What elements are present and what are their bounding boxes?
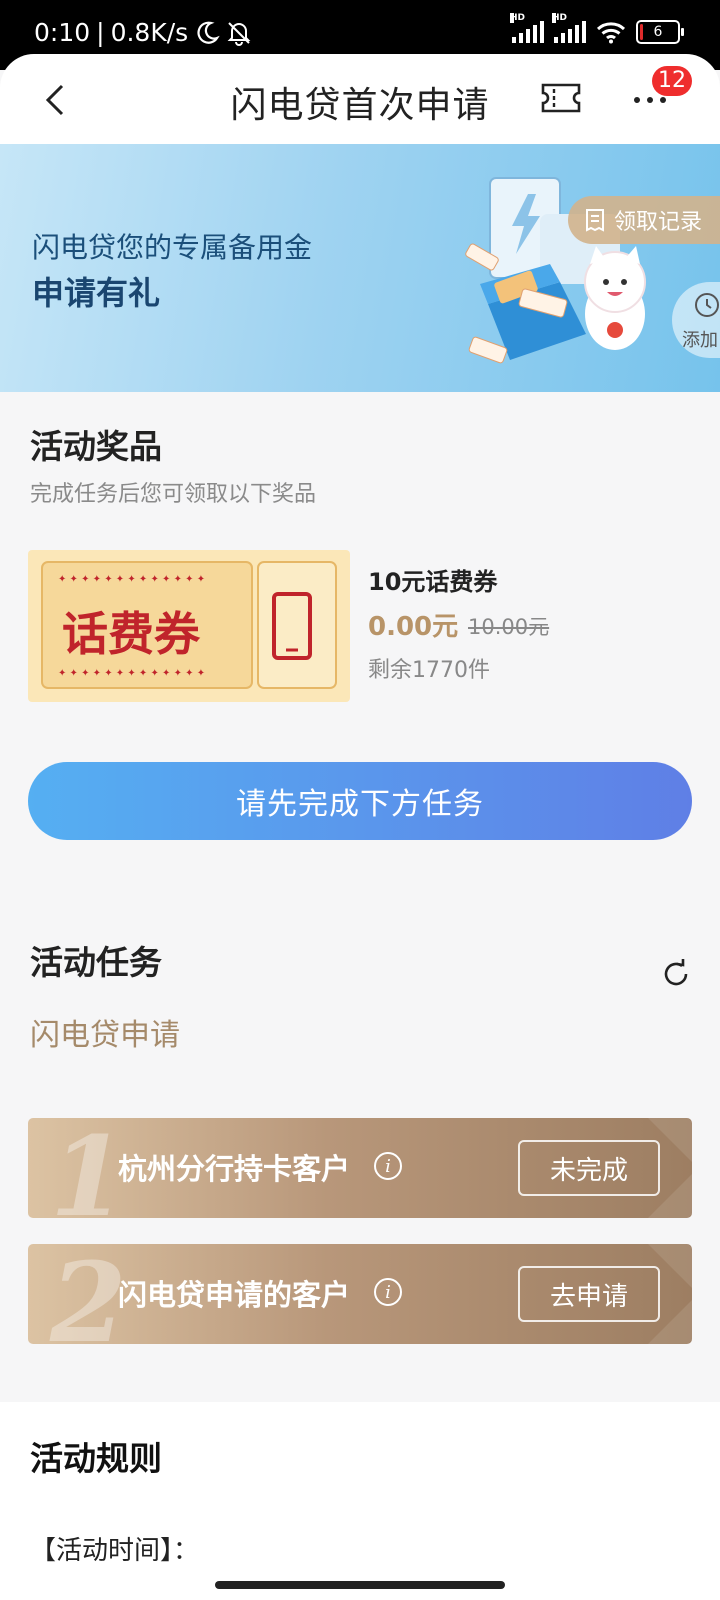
records-label: 领取记录 — [614, 210, 703, 235]
complete-tasks-button[interactable]: 请先完成下方任务 — [28, 762, 692, 840]
rules-section: 活动规则 【活动时间】： — [0, 1402, 720, 1600]
battery-text: 6 — [653, 24, 663, 40]
status-time: 0:10 — [34, 18, 91, 47]
add-label: 添加 — [682, 330, 718, 351]
task-label: 杭州分行持卡客户 — [118, 1152, 351, 1186]
ticket-icon[interactable] — [540, 82, 582, 114]
prize-stock: 剩余1770件 — [368, 658, 490, 683]
info-icon[interactable]: i — [374, 1152, 402, 1180]
prize-original-price: 10.00元 — [468, 615, 550, 639]
task-item: 1 杭州分行持卡客户 i 未完成 — [28, 1118, 692, 1218]
network-type-1: HD — [510, 13, 526, 23]
status-separator: | — [96, 18, 105, 47]
battery-level — [640, 24, 643, 40]
task-item: 2 闪电贷申请的客户 i 去申请 — [28, 1244, 692, 1344]
page-title: 闪电贷首次申请 — [230, 85, 490, 126]
status-left: 0:10 | 0.8K/s — [34, 18, 252, 47]
wifi-icon — [596, 22, 626, 44]
signal-2-icon: HD — [552, 13, 586, 43]
rules-title: 活动规则 — [30, 1439, 162, 1478]
prize-price: 0.00元 — [368, 612, 459, 642]
status-speed: 0.8K/s — [110, 18, 189, 47]
signal-1-icon: HD — [510, 13, 544, 43]
network-type-2: HD — [552, 13, 568, 23]
notification-badge: 12 — [652, 66, 692, 96]
task-number: 1 — [50, 1118, 127, 1218]
info-icon[interactable]: i — [374, 1278, 402, 1306]
status-right: HD HD 6 — [510, 13, 684, 44]
prize-name: 10元话费券 — [368, 568, 498, 596]
battery-icon: 6 — [636, 20, 684, 44]
prizes-subtitle: 完成任务后您可领取以下奖品 — [30, 482, 317, 507]
svg-text:✦ ✦ ✦ ✦ ✦ ✦ ✦ ✦ ✦ ✦ ✦ ✦ ✦: ✦ ✦ ✦ ✦ ✦ ✦ ✦ ✦ ✦ ✦ ✦ ✦ ✦ — [58, 574, 205, 585]
rules-time-label: 【活动时间】： — [30, 1536, 200, 1566]
nav-header: 闪电贷首次申请 12 — [0, 54, 720, 144]
bell-off-icon — [227, 21, 251, 46]
home-indicator[interactable] — [215, 1581, 505, 1589]
refresh-icon[interactable] — [660, 958, 692, 990]
more-icon[interactable] — [634, 97, 666, 103]
clock-icon — [695, 293, 719, 317]
task-number: 2 — [50, 1244, 127, 1344]
coupon-art-text: 话费券 — [62, 607, 200, 661]
coupon-image: ✦ ✦ ✦ ✦ ✦ ✦ ✦ ✦ ✦ ✦ ✦ ✦ ✦ ✦ ✦ ✦ ✦ ✦ ✦ ✦ … — [28, 550, 350, 702]
task-label: 闪电贷申请的客户 — [118, 1278, 351, 1312]
tasks-title: 活动任务 — [30, 943, 162, 982]
promo-banner: 闪电贷您的专属备用金 申请有礼 领取记录 添加 — [0, 144, 720, 392]
svg-text:✦ ✦ ✦ ✦ ✦ ✦ ✦ ✦ ✦ ✦ ✦ ✦ ✦: ✦ ✦ ✦ ✦ ✦ ✦ ✦ ✦ ✦ ✦ ✦ ✦ ✦ — [58, 668, 205, 679]
records-button[interactable]: 领取记录 — [568, 196, 720, 244]
apply-button[interactable]: 去申请 — [518, 1266, 660, 1322]
moon-icon — [197, 21, 220, 44]
banner-headline: 申请有礼 — [32, 274, 161, 312]
prizes-title: 活动奖品 — [30, 427, 162, 466]
banner-subtitle: 闪电贷您的专属备用金 — [32, 231, 313, 264]
tasks-subtitle: 闪电贷申请 — [30, 1018, 180, 1053]
task-status-button[interactable]: 未完成 — [518, 1140, 660, 1196]
receipt-icon — [586, 209, 604, 232]
